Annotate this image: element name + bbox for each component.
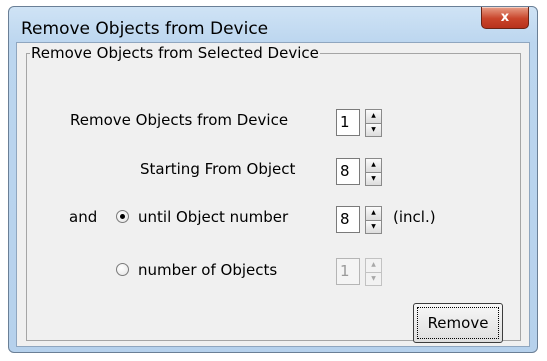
- spin-down-icon[interactable]: ▼: [365, 172, 382, 186]
- count-spinner: ▲ ▼: [365, 258, 382, 286]
- count-radio[interactable]: [116, 263, 129, 276]
- start-spinner[interactable]: ▲ ▼: [365, 158, 382, 186]
- remove-button-label: Remove: [427, 314, 489, 332]
- start-object-field[interactable]: 8: [336, 158, 360, 185]
- device-label: Remove Objects from Device: [70, 111, 289, 129]
- start-label: Starting From Object: [140, 160, 296, 178]
- spin-up-icon: ▲: [365, 258, 382, 273]
- groupbox-selected-device: Remove Objects from Selected Device Remo…: [26, 44, 521, 341]
- spin-down-icon[interactable]: ▼: [365, 220, 382, 234]
- close-button[interactable]: x: [481, 7, 529, 29]
- spin-up-icon[interactable]: ▲: [365, 109, 382, 124]
- and-label: and: [69, 208, 98, 226]
- remove-button[interactable]: Remove: [413, 303, 503, 343]
- dialog-window: Remove Objects from Device x Remove Obje…: [8, 6, 538, 353]
- spin-up-icon[interactable]: ▲: [365, 158, 382, 173]
- spin-up-icon[interactable]: ▲: [365, 206, 382, 221]
- window-title: Remove Objects from Device: [21, 19, 269, 39]
- count-field: 1: [336, 258, 360, 285]
- dialog-client-area: Remove Objects from Selected Device Remo…: [16, 42, 530, 347]
- device-field[interactable]: 1: [336, 109, 360, 136]
- close-icon: x: [500, 10, 510, 25]
- count-label: number of Objects: [138, 261, 278, 279]
- device-spinner[interactable]: ▲ ▼: [365, 109, 382, 137]
- until-label: until Object number: [138, 208, 289, 226]
- until-object-field[interactable]: 8: [336, 206, 360, 233]
- radio-selected-dot: [120, 214, 125, 219]
- spin-down-icon[interactable]: ▼: [365, 123, 382, 137]
- until-spinner[interactable]: ▲ ▼: [365, 206, 382, 234]
- groupbox-label: Remove Objects from Selected Device: [30, 44, 320, 62]
- until-radio[interactable]: [116, 210, 129, 223]
- incl-label: (incl.): [393, 208, 436, 226]
- spin-down-icon: ▼: [365, 272, 382, 286]
